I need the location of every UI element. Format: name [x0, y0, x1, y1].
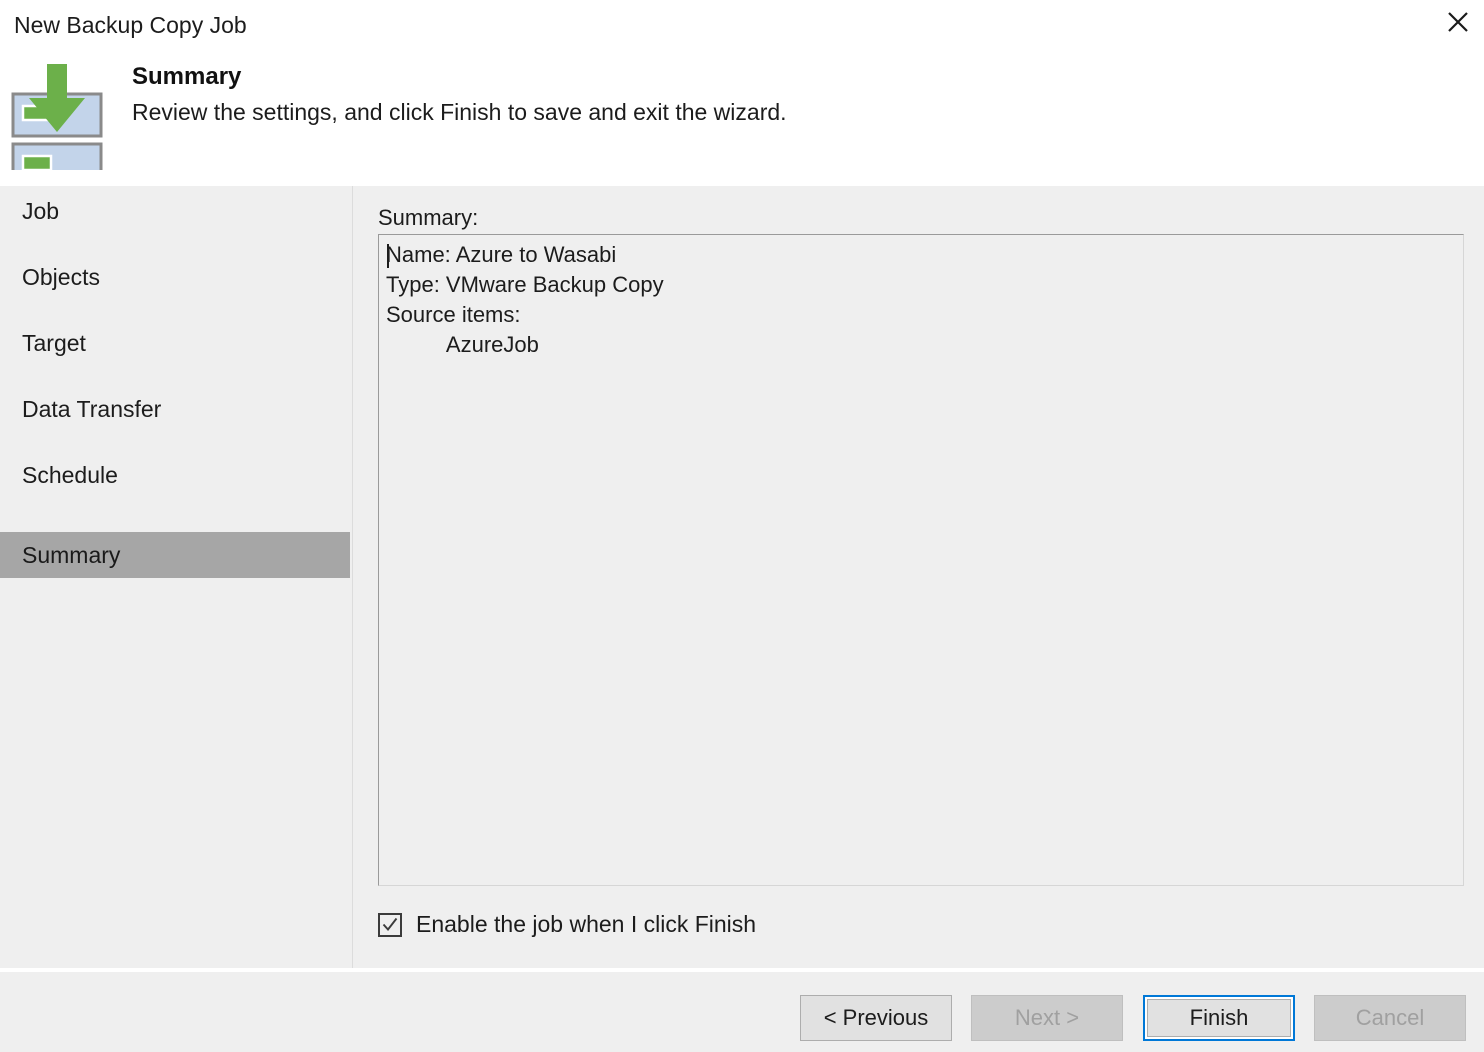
- summary-textbox[interactable]: Name: Azure to Wasabi Type: VMware Backu…: [378, 234, 1464, 886]
- header-subtitle: Review the settings, and click Finish to…: [132, 99, 787, 125]
- summary-pane: Summary: Name: Azure to Wasabi Type: VMw…: [353, 186, 1484, 970]
- sidebar-item-job[interactable]: Job: [0, 188, 350, 234]
- sidebar-item-label: Summary: [22, 541, 121, 568]
- backup-copy-job-icon: [9, 60, 105, 188]
- wizard-step-sidebar: Job Objects Target Data Transfer Schedul…: [0, 186, 352, 970]
- sidebar-item-data-transfer[interactable]: Data Transfer: [0, 386, 350, 432]
- sidebar-item-summary[interactable]: Summary: [0, 532, 350, 578]
- sidebar-item-target[interactable]: Target: [0, 320, 350, 366]
- close-icon: [1447, 11, 1469, 33]
- window-title: New Backup Copy Job: [14, 12, 247, 38]
- dialog-body: Job Objects Target Data Transfer Schedul…: [0, 186, 1484, 970]
- finish-button-label: Finish: [1147, 999, 1291, 1037]
- finish-button[interactable]: Finish: [1143, 995, 1295, 1041]
- title-bar: New Backup Copy Job: [0, 0, 1484, 50]
- wizard-header: Summary Review the settings, and click F…: [0, 50, 1484, 188]
- sidebar-item-objects[interactable]: Objects: [0, 254, 350, 300]
- summary-label: Summary:: [378, 205, 479, 230]
- sidebar-item-schedule[interactable]: Schedule: [0, 452, 350, 498]
- summary-text-content: Name: Azure to Wasabi Type: VMware Backu…: [386, 242, 664, 357]
- close-button[interactable]: [1432, 0, 1484, 44]
- next-button: Next >: [971, 995, 1123, 1041]
- text-caret: [387, 244, 389, 268]
- enable-job-checkbox-row[interactable]: Enable the job when I click Finish: [378, 911, 756, 938]
- dialog-footer: < Previous Next > Finish Cancel: [0, 972, 1484, 1052]
- header-title: Summary: [132, 63, 242, 90]
- sidebar-item-label: Schedule: [22, 461, 118, 488]
- cancel-button: Cancel: [1314, 995, 1466, 1041]
- sidebar-item-label: Job: [22, 197, 60, 224]
- previous-button[interactable]: < Previous: [800, 995, 952, 1041]
- enable-job-checkbox[interactable]: [378, 912, 402, 937]
- enable-job-checkbox-label: Enable the job when I click Finish: [416, 911, 757, 937]
- sidebar-item-label: Objects: [22, 263, 100, 290]
- sidebar-item-label: Target: [22, 329, 86, 356]
- sidebar-item-label: Data Transfer: [22, 395, 162, 422]
